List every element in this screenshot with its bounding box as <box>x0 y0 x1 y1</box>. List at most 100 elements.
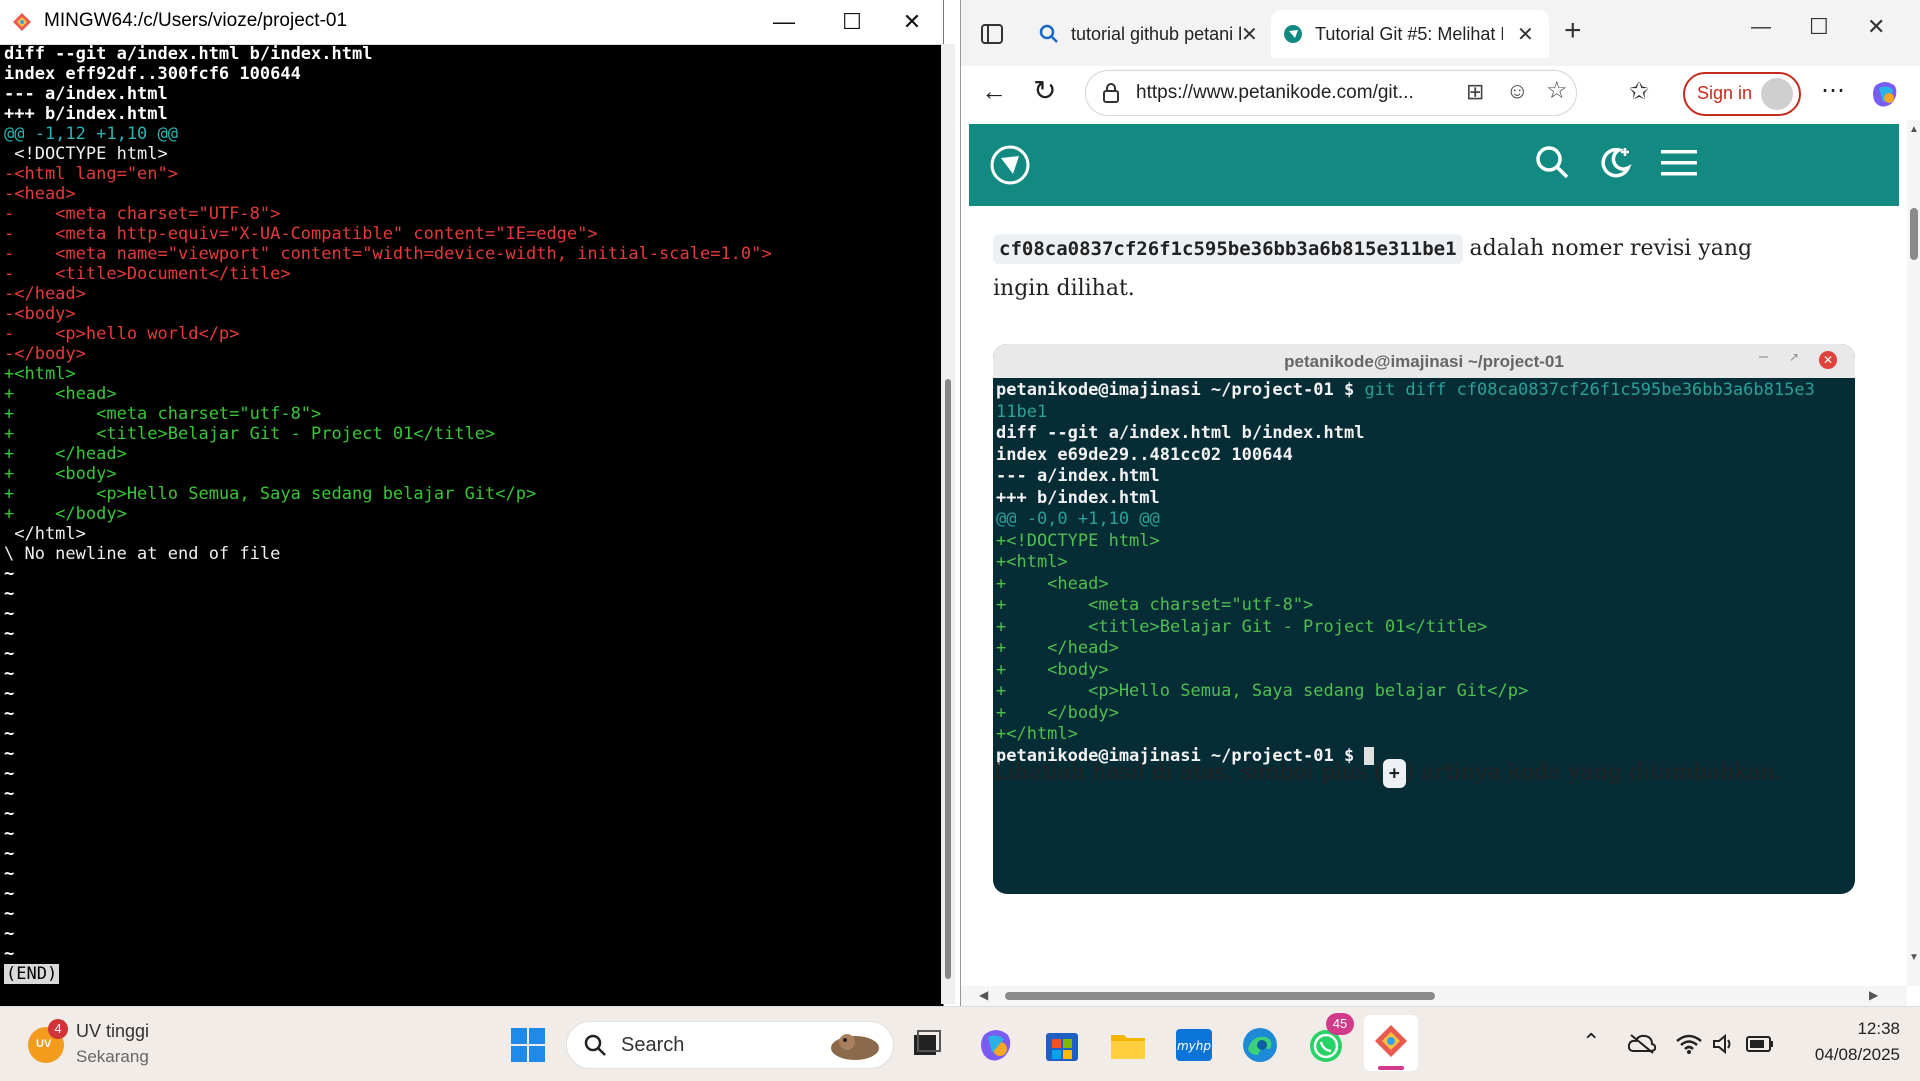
terminal-output[interactable]: diff --git a/index.html b/index.html inde… <box>0 44 930 1004</box>
whatsapp-badge: 45 <box>1326 1013 1354 1035</box>
screenshot-terminal-line: petanikode@imajinasi ~/project-01 $ git … <box>996 380 1815 400</box>
copilot-icon[interactable] <box>1869 78 1901 110</box>
minimize-button[interactable]: — <box>1751 16 1771 39</box>
paragraph-text: ) artinya kode yang ditambahkan. <box>1405 760 1782 785</box>
close-button[interactable]: ✕ <box>1867 14 1885 40</box>
maximize-button[interactable]: ☐ <box>1809 14 1829 40</box>
git-bash-taskbar-button[interactable] <box>1364 1015 1418 1071</box>
taskbar-search[interactable]: Search <box>566 1021 894 1069</box>
terminal-line: index eff92df..300fcf6 100644 <box>4 64 301 84</box>
dark-mode-icon[interactable] <box>1597 144 1633 180</box>
file-explorer-icon[interactable] <box>1108 1025 1148 1065</box>
paragraph-text-line2: ingin dilihat. <box>993 276 1135 301</box>
clock-date[interactable]: 04/08/2025 <box>1790 1045 1900 1065</box>
new-tab-icon[interactable]: + <box>1564 14 1582 48</box>
weather-title[interactable]: UV tinggi <box>76 1021 149 1042</box>
close-icon: ✕ <box>1819 351 1837 369</box>
plus-symbol-chip: + <box>1382 759 1406 788</box>
app-available-icon[interactable]: ⊞ <box>1466 79 1484 105</box>
terminal-line: --- a/index.html <box>4 84 168 104</box>
search-highlight-icon <box>831 1034 879 1060</box>
terminal-empty-line: ~ <box>4 684 15 704</box>
scroll-down-icon[interactable]: ▼ <box>1909 952 1919 963</box>
clock-time[interactable]: 12:38 <box>1820 1019 1900 1039</box>
terminal-scrollbar[interactable] <box>941 44 955 1004</box>
volume-icon[interactable] <box>1712 1033 1736 1055</box>
pager-end-marker: (END) <box>4 964 60 984</box>
sign-in-button[interactable]: Sign in <box>1683 72 1801 116</box>
terminal-line: <!DOCTYPE html> <box>4 144 168 164</box>
more-icon[interactable]: ⋯ <box>1821 76 1845 105</box>
more-tools-icon[interactable]: ☺ <box>1506 78 1528 104</box>
commit-hash: cf08ca0837cf26f1c595be36bb3a6b815e311be1 <box>993 234 1463 264</box>
start-icon[interactable] <box>508 1025 548 1065</box>
tab-search[interactable]: tutorial github petani kode ✕ <box>1027 10 1267 58</box>
scroll-right-icon[interactable]: ▶ <box>1869 988 1878 1002</box>
terminal-empty-line: ~ <box>4 744 15 764</box>
microsoft-store-icon[interactable] <box>1042 1025 1082 1065</box>
terminal-empty-line: ~ <box>4 644 15 664</box>
screenshot-terminal-line: index e69de29..481cc02 100644 <box>996 444 1293 465</box>
terminal-empty-line: ~ <box>4 944 15 964</box>
url-text: https://www.petanikode.com/git... <box>1136 82 1414 103</box>
onedrive-offline-icon[interactable] <box>1628 1033 1656 1055</box>
favorite-star-icon[interactable]: ☆ <box>1546 76 1568 105</box>
address-bar[interactable]: https://www.petanikode.com/git... ⊞ ☺ ☆ <box>1085 70 1577 116</box>
restore-icon: ↗ <box>1789 350 1800 364</box>
terminal-line: + <meta charset="utf-8"> <box>4 404 322 424</box>
scrollbar-thumb[interactable] <box>945 379 951 979</box>
terminal-line: - <meta http-equiv="X-UA-Compatible" con… <box>4 224 598 244</box>
terminal-line: +++ b/index.html <box>4 104 168 124</box>
terminal-line: + <title>Belajar Git - Project 01</title… <box>4 424 496 444</box>
terminal-empty-line: ~ <box>4 664 15 684</box>
terminal-title-bar[interactable]: MINGW64:/c/Users/vioze/project-01 — ☐ ✕ <box>0 0 943 45</box>
terminal-line: </html> <box>4 524 86 544</box>
edge-icon[interactable] <box>1240 1025 1280 1065</box>
terminal-empty-line: ~ <box>4 824 15 844</box>
tab-active[interactable]: Tutorial Git #5: Melihat Perbandingan ✕ <box>1271 10 1549 58</box>
search-icon[interactable] <box>1534 144 1570 180</box>
git-bash-icon <box>13 13 31 31</box>
tab-actions-icon[interactable] <box>981 24 1003 44</box>
browser-window[interactable]: tutorial github petani kode ✕ Tutorial G… <box>960 0 1920 1006</box>
search-icon <box>584 1034 606 1056</box>
page-vertical-scrollbar[interactable]: ▲ ▼ <box>1907 120 1920 986</box>
maximize-button[interactable]: ☐ <box>820 0 884 44</box>
wifi-icon[interactable] <box>1676 1033 1702 1055</box>
close-tab-icon[interactable]: ✕ <box>1241 22 1258 47</box>
weather-widget-icon[interactable]: UV 4 <box>28 1019 68 1063</box>
tab-bar: tutorial github petani kode ✕ Tutorial G… <box>961 0 1920 66</box>
minimize-button[interactable]: — <box>752 0 816 44</box>
site-logo-icon[interactable] <box>989 144 1031 186</box>
copilot-icon[interactable] <box>976 1025 1016 1065</box>
screenshot-terminal-line: + <meta charset="utf-8"> <box>996 595 1314 615</box>
screenshot-terminal-line: diff --git a/index.html b/index.html <box>996 423 1365 443</box>
terminal-line: - <meta name="viewport" content="width=d… <box>4 244 772 264</box>
refresh-icon[interactable]: ↻ <box>1033 74 1056 107</box>
scrollbar-thumb[interactable] <box>1005 992 1435 1000</box>
myhp-icon[interactable]: myhp <box>1174 1025 1214 1065</box>
close-tab-icon[interactable]: ✕ <box>1517 22 1534 47</box>
screenshot-terminal-line: + </head> <box>996 638 1119 658</box>
task-view-icon[interactable] <box>908 1025 948 1065</box>
web-page[interactable]: cf08ca0837cf26f1c595be36bb3a6b815e311be1… <box>961 120 1907 986</box>
lock-icon <box>1103 83 1119 103</box>
weather-subtitle: Sekarang <box>76 1047 149 1066</box>
close-button[interactable]: ✕ <box>880 0 944 44</box>
terminal-line: \ No newline at end of file <box>4 544 281 564</box>
terminal-window[interactable]: MINGW64:/c/Users/vioze/project-01 — ☐ ✕ … <box>0 0 955 1006</box>
scroll-left-icon[interactable]: ◀ <box>979 988 988 1002</box>
scroll-up-icon[interactable]: ▲ <box>1909 124 1919 135</box>
favorites-icon[interactable]: ✩ <box>1629 77 1649 106</box>
chevron-up-icon[interactable]: ⌃ <box>1582 1029 1600 1055</box>
battery-icon[interactable] <box>1746 1035 1774 1053</box>
menu-icon[interactable] <box>1661 148 1697 178</box>
page-horizontal-scrollbar[interactable]: ◀ ▶ <box>961 986 1907 1006</box>
terminal-empty-line: ~ <box>4 884 15 904</box>
back-icon[interactable]: ← <box>981 76 1007 107</box>
scrollbar-thumb[interactable] <box>1910 208 1918 260</box>
screenshot-terminal-line: +<html> <box>996 552 1068 572</box>
svg-text:myhp: myhp <box>1177 1039 1211 1053</box>
terminal-empty-line: ~ <box>4 764 15 784</box>
terminal-status-line: (END) <box>4 964 60 984</box>
